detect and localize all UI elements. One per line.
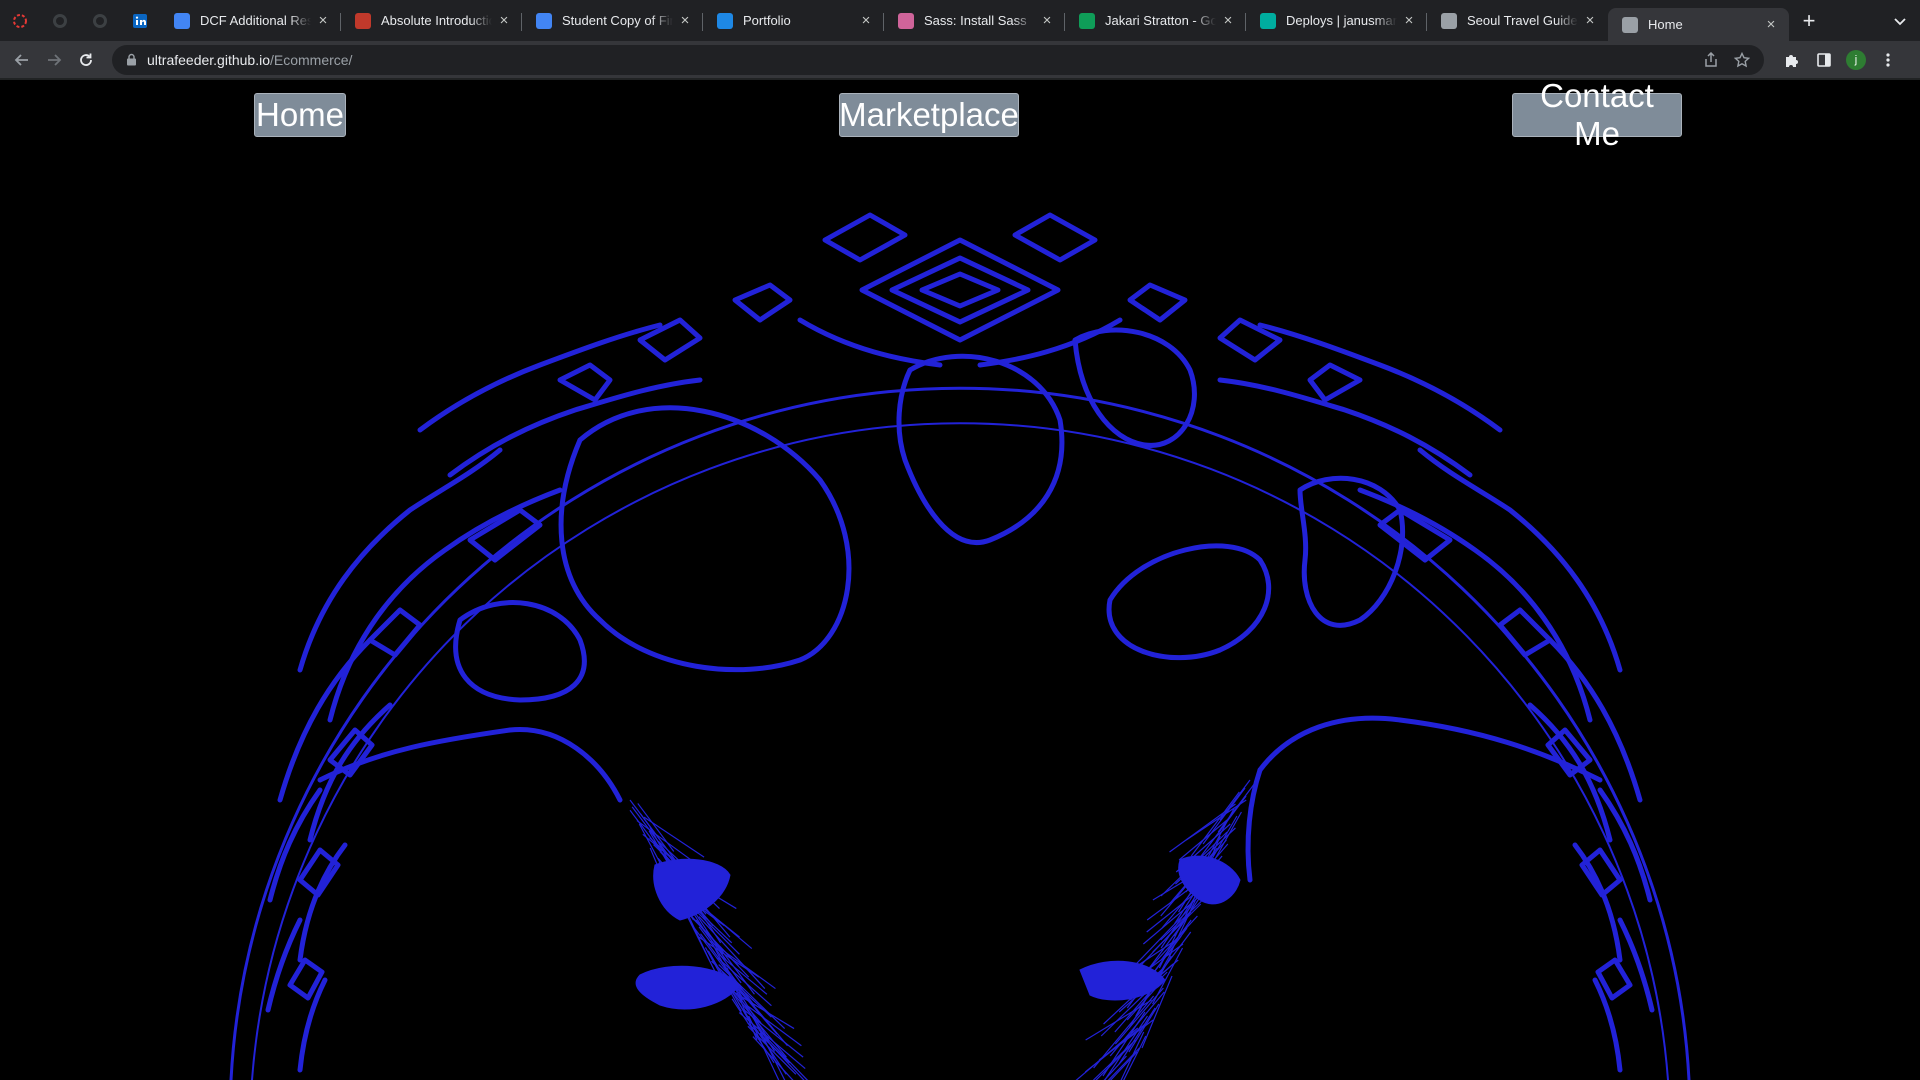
- netlify-icon: [1260, 12, 1276, 29]
- extensions-button[interactable]: [1776, 44, 1808, 76]
- browser-toolbar: ultrafeeder.github.io/Ecommerce/ j: [0, 41, 1920, 78]
- profile-button[interactable]: j: [1840, 44, 1872, 76]
- avatar: j: [1846, 49, 1866, 70]
- book-icon: [355, 12, 371, 29]
- tab-title: Deploys | janusmark: [1286, 13, 1397, 28]
- arrow-right-icon: [48, 53, 62, 66]
- tab-title: Student Copy of Final: [562, 13, 673, 28]
- globe-icon: [1441, 12, 1457, 29]
- pinned-tab-linkedin[interactable]: [120, 0, 160, 41]
- address-bar[interactable]: ultrafeeder.github.io/Ecommerce/: [112, 44, 1764, 75]
- tab-7[interactable]: Seoul Travel Guide ×: [1427, 0, 1608, 41]
- new-tab-button[interactable]: +: [1789, 0, 1829, 41]
- sass-icon: [898, 12, 914, 29]
- tab-title: Seoul Travel Guide: [1467, 13, 1578, 28]
- sheets-icon: [1079, 12, 1095, 29]
- tab-2[interactable]: Student Copy of Final ×: [522, 0, 703, 41]
- reload-button[interactable]: [70, 44, 102, 76]
- share-icon[interactable]: [1704, 52, 1718, 67]
- bookmark-star-icon[interactable]: [1734, 51, 1750, 68]
- pinned-tab-3[interactable]: [80, 0, 120, 41]
- jp-icon: [717, 12, 733, 29]
- tab-1[interactable]: Absolute Introduction ×: [341, 0, 522, 41]
- github-icon: [53, 13, 67, 28]
- tab-title: Jakari Stratton - Google: [1105, 13, 1216, 28]
- celtic-tree-of-life-art: [229, 212, 1691, 1080]
- tab-3[interactable]: Portfolio ×: [703, 0, 884, 41]
- back-button[interactable]: [6, 44, 38, 76]
- url-host: ultrafeeder.github.io: [147, 51, 270, 68]
- tab-title: Portfolio: [743, 13, 791, 28]
- page-viewport: Home Marketplace Contact Me: [0, 80, 1920, 1080]
- tab-0[interactable]: DCF Additional Resources ×: [160, 0, 341, 41]
- kebab-menu-icon: [1886, 52, 1890, 67]
- tab-8[interactable]: Home ×: [1608, 8, 1789, 41]
- tab-6[interactable]: Deploys | janusmark ×: [1246, 0, 1427, 41]
- opera-icon: [13, 13, 27, 28]
- arrow-left-icon: [14, 53, 28, 66]
- globe-icon: [1622, 16, 1638, 33]
- close-icon[interactable]: ×: [1763, 16, 1779, 33]
- tab-title: Home: [1648, 17, 1683, 32]
- reload-icon: [80, 53, 92, 66]
- close-icon[interactable]: ×: [496, 12, 512, 29]
- tab-title: Absolute Introduction: [381, 13, 492, 28]
- close-icon[interactable]: ×: [858, 12, 874, 29]
- contact-me-nav-button[interactable]: Contact Me: [1512, 80, 1682, 152]
- close-icon[interactable]: ×: [1220, 12, 1236, 29]
- lock-icon[interactable]: [126, 53, 137, 66]
- tab-title: Sass: Install Sass: [924, 13, 1027, 28]
- tab-4[interactable]: Sass: Install Sass ×: [884, 0, 1065, 41]
- close-icon[interactable]: ×: [1582, 12, 1598, 29]
- tab-search-button[interactable]: [1880, 0, 1920, 41]
- close-icon[interactable]: ×: [1039, 12, 1055, 29]
- close-icon[interactable]: ×: [315, 12, 331, 29]
- menu-button[interactable]: [1872, 44, 1904, 76]
- linkedin-icon: [133, 13, 147, 28]
- side-panel-button[interactable]: [1808, 44, 1840, 76]
- docs-icon: [536, 12, 552, 29]
- home-nav-button[interactable]: Home: [254, 93, 346, 137]
- pinned-tab-2[interactable]: [40, 0, 80, 41]
- tab-list: DCF Additional Resources×Absolute Introd…: [160, 0, 1789, 41]
- tab-title: DCF Additional Resources: [200, 13, 311, 28]
- pinned-tab-1[interactable]: [0, 0, 40, 41]
- forward-button[interactable]: [38, 44, 70, 76]
- side-panel-icon: [1817, 52, 1831, 67]
- github-icon: [93, 13, 107, 28]
- url-path: /Ecommerce/: [269, 51, 353, 68]
- marketplace-nav-button[interactable]: Marketplace: [839, 93, 1019, 137]
- tab-strip: DCF Additional Resources×Absolute Introd…: [0, 0, 1920, 41]
- chevron-down-icon: [1894, 17, 1906, 25]
- close-icon[interactable]: ×: [677, 12, 693, 29]
- docs-icon: [174, 12, 190, 29]
- close-icon[interactable]: ×: [1401, 12, 1417, 29]
- puzzle-icon: [1786, 54, 1798, 67]
- tab-5[interactable]: Jakari Stratton - Google ×: [1065, 0, 1246, 41]
